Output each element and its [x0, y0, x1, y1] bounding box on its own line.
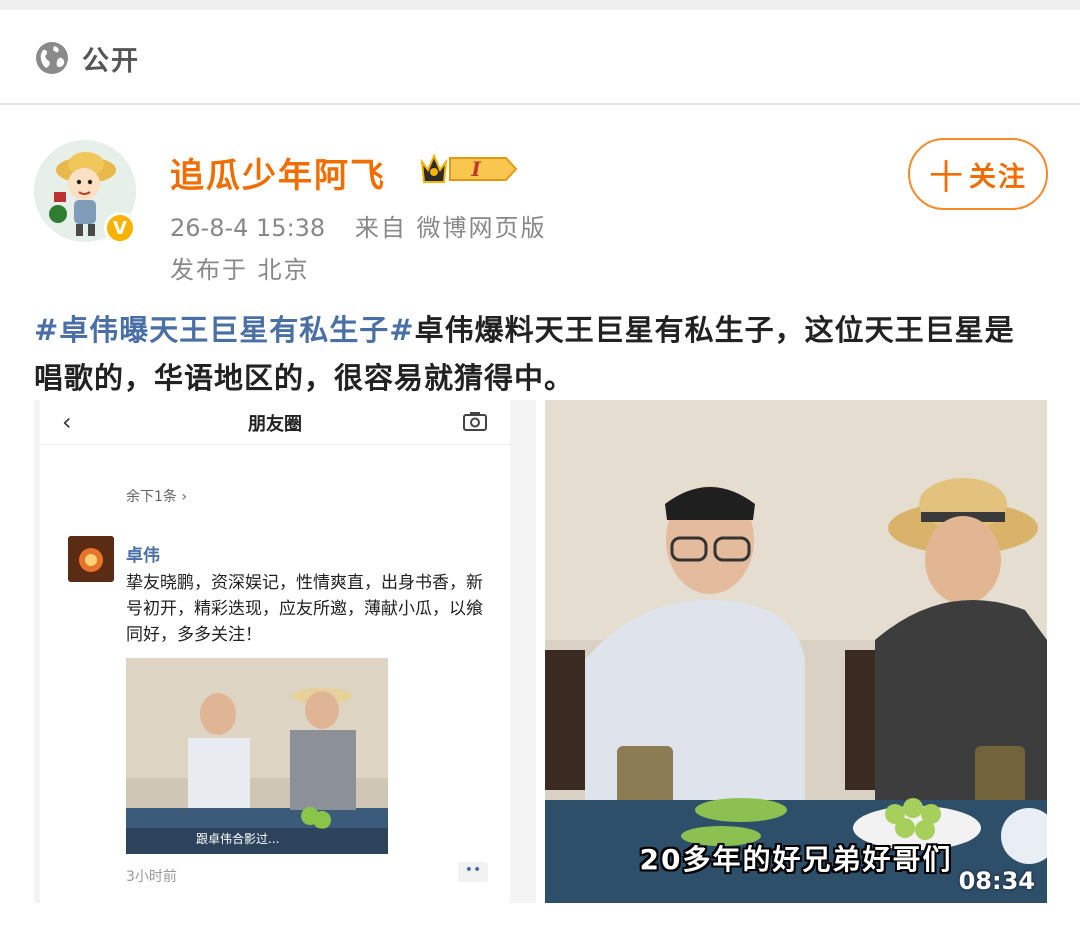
moments-time: 3小时前 [126, 869, 177, 885]
moments-title: 朋友圈 [248, 414, 302, 435]
camera-icon [463, 412, 487, 431]
moments-photo: 跟卓伟合影过... [126, 658, 388, 854]
post-video-thumbnail[interactable]: 20多年的好兄弟好哥们 08:34 [545, 400, 1047, 903]
moments-photo-caption: 跟卓伟合影过... [196, 832, 280, 846]
moments-author-avatar [68, 536, 114, 582]
post-time: 26-8-4 15:38 [170, 214, 326, 242]
author-name[interactable]: 追瓜少年阿飞 [170, 148, 386, 197]
video-frame-icon [545, 400, 1047, 903]
post-image-moments-screenshot[interactable]: ‹ 朋友圈 余下1条 › 卓伟 挚友晓鹏，资深娱记，性情爽直，出身书香，新号初开… [34, 400, 536, 903]
globe-icon [36, 42, 68, 74]
video-duration: 08:34 [958, 867, 1035, 895]
post-body: #卓伟曝天王巨星有私生子#卓伟爆料天王巨星有私生子，这位天王巨星是唱歌的，华语地… [34, 306, 1044, 402]
level-number: I [470, 157, 481, 181]
two-men-photo-icon [126, 658, 388, 854]
hashtag-link[interactable]: #卓伟曝天王巨星有私生子# [34, 313, 415, 347]
post-source: 来自 微博网页版 [354, 214, 547, 242]
member-level-badge-icon: I [420, 153, 518, 183]
post-location: 发布于 北京 [170, 256, 310, 284]
moments-author-name: 卓伟 [126, 546, 160, 566]
lamp-photo-icon [68, 536, 114, 582]
post-meta: 26-8-4 15:38 来自 微博网页版 [170, 208, 546, 243]
more-replies-link: 余下1条 › [126, 489, 187, 505]
top-strip [0, 0, 1080, 10]
follow-button[interactable]: 十 关注 [908, 138, 1048, 210]
moments-screenshot: ‹ 朋友圈 余下1条 › 卓伟 挚友晓鹏，资深娱记，性情爽直，出身书香，新号初开… [40, 400, 510, 903]
moments-header: ‹ 朋友圈 [40, 400, 510, 445]
plus-icon: 十 [929, 157, 965, 198]
more-options-icon: •• [458, 862, 488, 882]
visibility-indicator: 公开 [34, 36, 140, 80]
follow-label: 关注 [969, 161, 1027, 193]
section-divider [0, 103, 1080, 105]
verified-v-icon: V [104, 212, 136, 244]
moments-text: 挚友晓鹏，资深娱记，性情爽直，出身书香，新号初开，精彩迭现，应友所邀，薄献小瓜，… [126, 573, 483, 645]
visibility-label: 公开 [82, 45, 140, 77]
